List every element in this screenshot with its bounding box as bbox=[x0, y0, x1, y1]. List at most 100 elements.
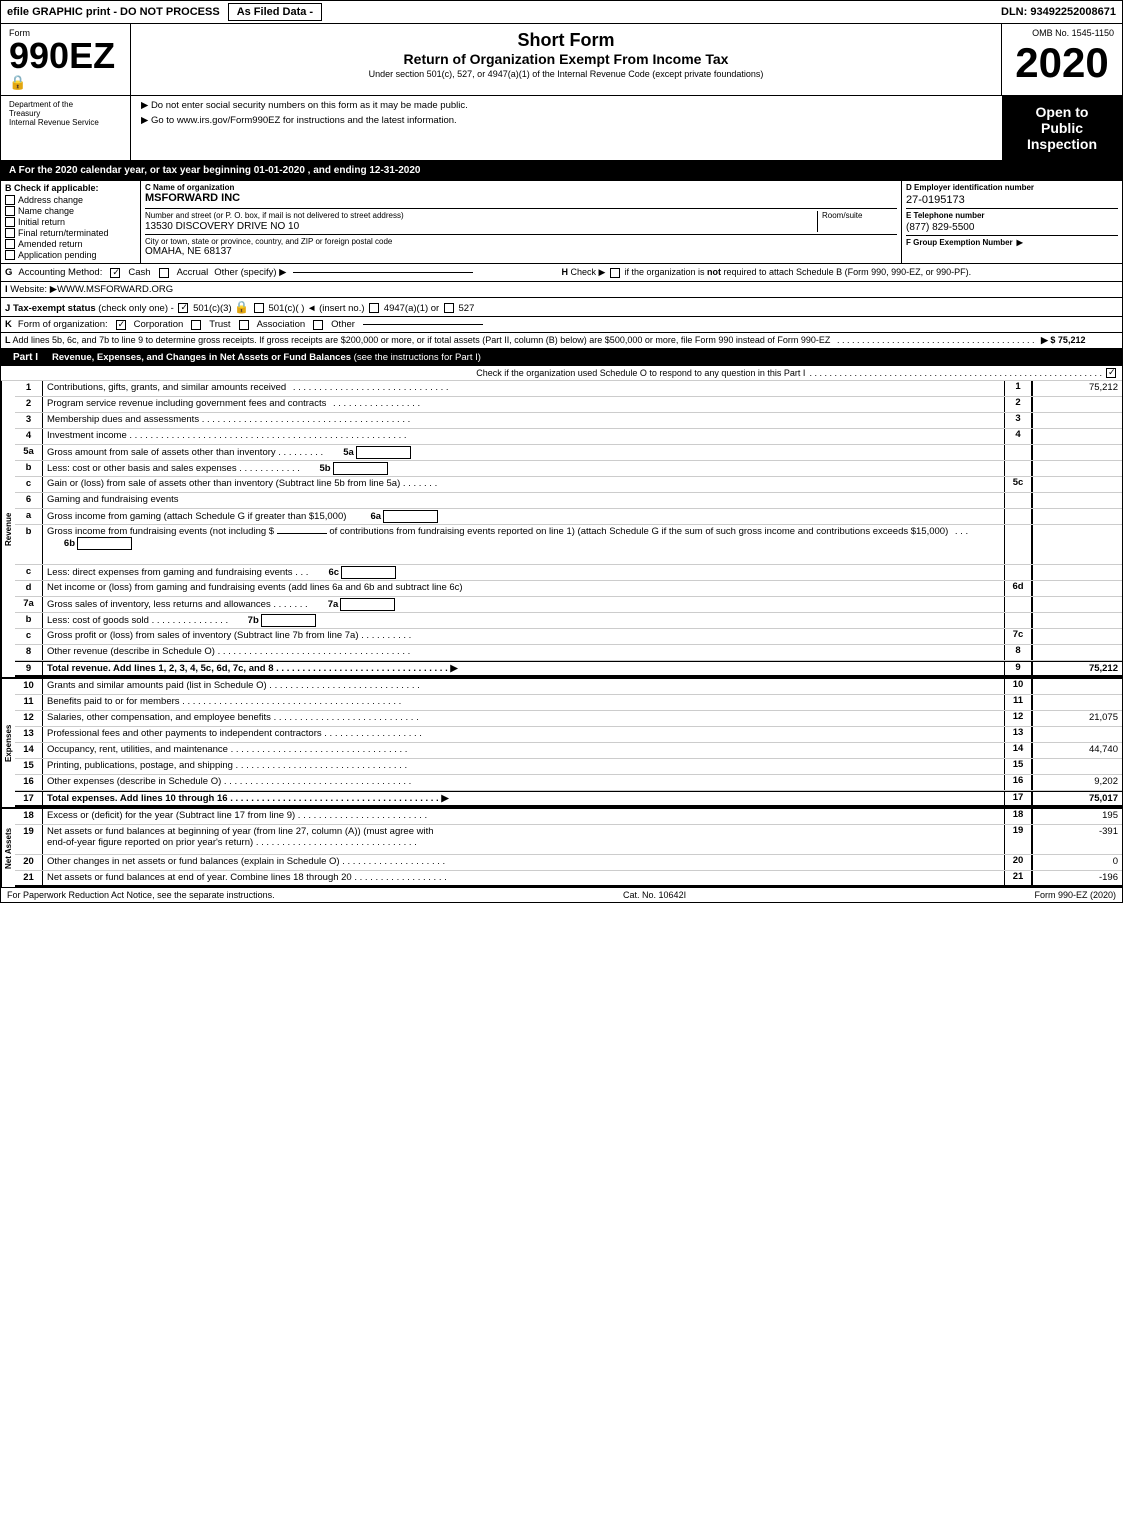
revenue-row-7b: b Less: cost of goods sold . . . . . . .… bbox=[15, 613, 1122, 629]
schedule-o-checkbox[interactable] bbox=[1106, 368, 1116, 378]
row-desc-18: Excess or (deficit) for the year (Subtra… bbox=[43, 809, 1004, 824]
checkbox-application-box[interactable] bbox=[5, 250, 15, 260]
main-container: Form 990EZ 🔒 Short Form Return of Organi… bbox=[0, 24, 1123, 903]
label-i: I bbox=[5, 284, 8, 295]
checkbox-other[interactable] bbox=[313, 320, 323, 330]
checkbox-final-box[interactable] bbox=[5, 228, 15, 238]
year-number: 2020 bbox=[1015, 42, 1108, 84]
row-value-7a bbox=[1032, 597, 1122, 612]
row-value-1: 75,212 bbox=[1032, 381, 1122, 396]
row-desc-8: Other revenue (describe in Schedule O) .… bbox=[43, 645, 1004, 660]
checkbox-501c3[interactable] bbox=[178, 303, 188, 313]
row-value-16: 9,202 bbox=[1032, 775, 1122, 790]
checkbox-4947[interactable] bbox=[369, 303, 379, 313]
row-desc-17: Total expenses. Add lines 10 through 16 … bbox=[43, 792, 1004, 805]
line-num-4: 4 bbox=[1004, 429, 1032, 444]
row-num-19: 19 bbox=[15, 825, 43, 854]
checkbox-h[interactable] bbox=[610, 268, 620, 278]
line-num-12: 12 bbox=[1004, 711, 1032, 726]
row-value-6 bbox=[1032, 493, 1122, 508]
row-desc-12: Salaries, other compensation, and employ… bbox=[43, 711, 1004, 726]
room-label: Room/suite bbox=[817, 211, 897, 232]
checkbox-association[interactable] bbox=[239, 320, 249, 330]
input-7b[interactable] bbox=[261, 614, 316, 627]
line-num-5b bbox=[1004, 461, 1032, 476]
net-assets-side-label: Net Assets bbox=[1, 809, 15, 887]
under-section: Under section 501(c), 527, or 4947(a)(1)… bbox=[141, 69, 991, 79]
input-6a[interactable] bbox=[383, 510, 438, 523]
label-l: L bbox=[5, 335, 11, 345]
checkbox-amended-box[interactable] bbox=[5, 239, 15, 249]
public-inspection-text: Open toPublicInspection bbox=[1027, 104, 1097, 152]
checkbox-cash[interactable] bbox=[110, 268, 120, 278]
line-num-17: 17 bbox=[1004, 792, 1032, 805]
label-f: F Group Exemption Number ▶ bbox=[906, 235, 1118, 247]
org-name: MSFORWARD INC bbox=[145, 192, 897, 204]
row-desc-6d: Net income or (loss) from gaming and fun… bbox=[43, 581, 1004, 596]
year-row: A For the 2020 calendar year, or tax yea… bbox=[1, 161, 1122, 181]
line-num-7a bbox=[1004, 597, 1032, 612]
col-c-block: C Name of organization MSFORWARD INC Num… bbox=[141, 181, 902, 263]
row-value-6d bbox=[1032, 581, 1122, 596]
input-5a[interactable] bbox=[356, 446, 411, 459]
revenue-row-1: 1 Contributions, gifts, grants, and simi… bbox=[15, 381, 1122, 397]
row-desc-16: Other expenses (describe in Schedule O) … bbox=[43, 775, 1004, 790]
form-icon: 🔒 bbox=[9, 74, 26, 91]
row-num-8: 8 bbox=[15, 645, 43, 660]
input-6c[interactable] bbox=[341, 566, 396, 579]
dept-line3: Internal Revenue Service bbox=[9, 118, 122, 127]
revenue-row-5b: b Less: cost or other basis and sales ex… bbox=[15, 461, 1122, 477]
line-num-6c bbox=[1004, 565, 1032, 580]
row-desc-5c: Gain or (loss) from sale of assets other… bbox=[43, 477, 1004, 492]
row-g: G Accounting Method: Cash Accrual Other … bbox=[5, 267, 562, 278]
revenue-row-6d: d Net income or (loss) from gaming and f… bbox=[15, 581, 1122, 597]
row-l: L Add lines 5b, 6c, and 7b to line 9 to … bbox=[1, 333, 1122, 349]
as-filed-label: As Filed Data - bbox=[228, 3, 322, 21]
checkbox-accrual[interactable] bbox=[159, 268, 169, 278]
checkbox-name-box[interactable] bbox=[5, 206, 15, 216]
row-value-9: 75,212 bbox=[1032, 662, 1122, 675]
label-g: G bbox=[5, 267, 12, 278]
checkbox-initial-box[interactable] bbox=[5, 217, 15, 227]
row-value-6c bbox=[1032, 565, 1122, 580]
checkbox-address-box[interactable] bbox=[5, 195, 15, 205]
row-num-17: 17 bbox=[15, 792, 43, 805]
dept-line1: Department of the bbox=[9, 100, 122, 109]
row-desc-6b: Gross income from fundraising events (no… bbox=[43, 525, 1004, 564]
row-num-5a: 5a bbox=[15, 445, 43, 460]
input-7a[interactable] bbox=[340, 598, 395, 611]
row-value-7b bbox=[1032, 613, 1122, 628]
part1-label: Part I bbox=[7, 351, 44, 364]
net-row-18: 18 Excess or (deficit) for the year (Sub… bbox=[15, 809, 1122, 825]
row-num-5c: c bbox=[15, 477, 43, 492]
row-num-7a: 7a bbox=[15, 597, 43, 612]
row-desc-7a: Gross sales of inventory, less returns a… bbox=[43, 597, 1004, 612]
checkbox-name: Name change bbox=[5, 206, 136, 216]
net-row-20: 20 Other changes in net assets or fund b… bbox=[15, 855, 1122, 871]
line-num-20: 20 bbox=[1004, 855, 1032, 870]
line-num-2: 2 bbox=[1004, 397, 1032, 412]
row-num-4: 4 bbox=[15, 429, 43, 444]
revenue-row-6a: a Gross income from gaming (attach Sched… bbox=[15, 509, 1122, 525]
line-num-9: 9 bbox=[1004, 662, 1032, 675]
line-num-5c: 5c bbox=[1004, 477, 1032, 492]
phone-number: (877) 829-5500 bbox=[906, 222, 1118, 233]
line-num-19: 19 bbox=[1004, 825, 1032, 854]
row-num-6b: b bbox=[15, 525, 43, 564]
label-c: C Name of organization bbox=[145, 183, 897, 192]
footer-row: For Paperwork Reduction Act Notice, see … bbox=[1, 887, 1122, 902]
input-5b[interactable] bbox=[333, 462, 388, 475]
row-desc-20: Other changes in net assets or fund bala… bbox=[43, 855, 1004, 870]
checkbox-527[interactable] bbox=[444, 303, 454, 313]
checkbox-trust[interactable] bbox=[191, 320, 201, 330]
row-desc-10: Grants and similar amounts paid (list in… bbox=[43, 679, 1004, 694]
checkbox-501c[interactable] bbox=[254, 303, 264, 313]
row-bc-section: B Check if applicable: Address change Na… bbox=[1, 181, 1122, 264]
row-num-6d: d bbox=[15, 581, 43, 596]
checkbox-corporation[interactable] bbox=[116, 320, 126, 330]
public-inspection-block: Open toPublicInspection bbox=[1002, 96, 1122, 160]
row-value-6b bbox=[1032, 525, 1122, 564]
form-number: 990EZ bbox=[9, 38, 115, 74]
row-num-16: 16 bbox=[15, 775, 43, 790]
input-6b[interactable] bbox=[77, 537, 132, 550]
